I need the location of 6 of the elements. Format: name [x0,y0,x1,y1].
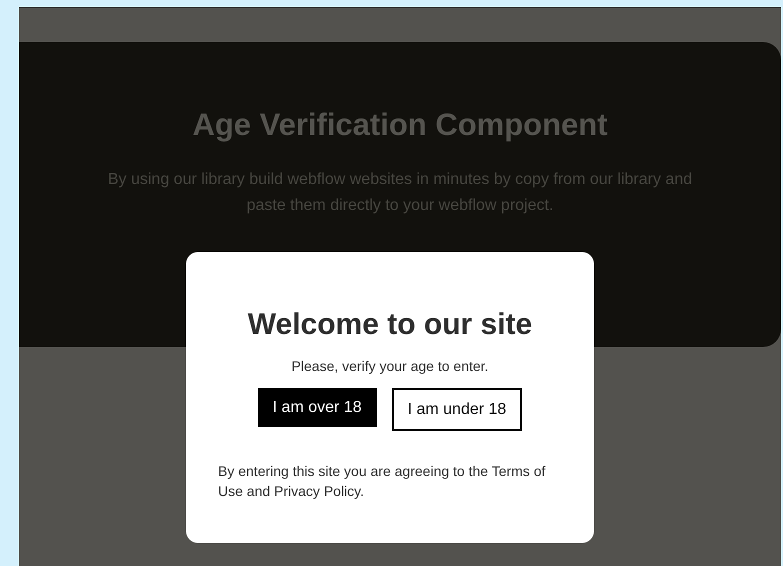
dialog-disclaimer: By entering this site you are agreeing to the Terms of Use and Privacy Policy. [218,462,546,501]
deny-age-button[interactable]: I am under 18 [392,388,522,431]
hero-title: Age Verification Component [191,107,609,143]
dialog-prompt: Please, verify your age to enter. [290,358,490,374]
confirm-age-button[interactable]: I am over 18 [258,388,377,427]
dialog-title: Welcome to our site [246,308,534,342]
